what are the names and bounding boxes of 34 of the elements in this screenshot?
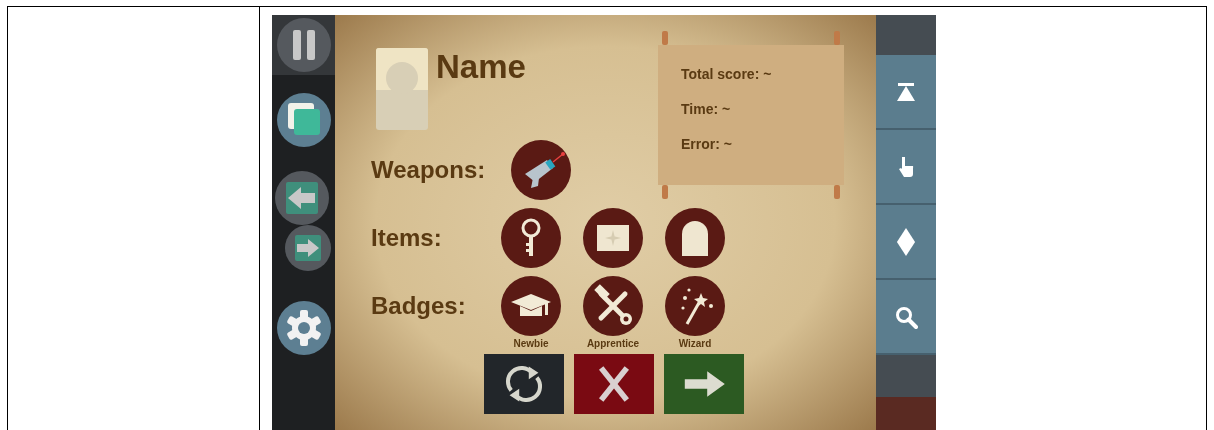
row-label: Badges: <box>371 292 467 320</box>
diamond-icon <box>894 227 918 256</box>
avatar-icon <box>376 48 428 130</box>
ray-gun-icon[interactable] <box>511 140 571 200</box>
row-label: Weapons: <box>371 156 487 184</box>
stat-text: Time: ~ <box>681 100 732 119</box>
map-icon[interactable] <box>583 208 643 268</box>
scroll-peg <box>662 185 668 199</box>
stat-text: Total score: ~ <box>681 65 773 84</box>
magic-wand-icon[interactable] <box>665 276 725 336</box>
floor-area <box>876 397 936 430</box>
settings-icon[interactable] <box>276 301 331 355</box>
eject-tool-button[interactable] <box>876 55 936 130</box>
scroll-peg <box>834 31 840 45</box>
next-button[interactable] <box>664 354 744 414</box>
hand-tool-button[interactable] <box>876 130 936 205</box>
windows-icon[interactable] <box>276 93 331 147</box>
tools-icon[interactable] <box>583 276 643 336</box>
player-name: Name <box>436 48 526 86</box>
row-label: Items: <box>371 224 443 252</box>
refresh-button[interactable] <box>484 354 564 414</box>
graduation-cap-icon[interactable] <box>501 276 561 336</box>
search-button[interactable] <box>876 280 936 355</box>
stat-text: Error: ~ <box>681 135 733 154</box>
badge-caption: Newbie <box>513 338 549 349</box>
pause-icon[interactable] <box>276 18 331 72</box>
cancel-button[interactable] <box>574 354 654 414</box>
key-icon[interactable] <box>501 208 561 268</box>
badge-caption: Wizard <box>678 338 712 349</box>
scroll-peg <box>662 31 668 45</box>
badge-caption: Apprentice <box>586 338 640 349</box>
arch-door-icon[interactable] <box>665 208 725 268</box>
scroll-peg <box>834 185 840 199</box>
diamond-tool-button[interactable] <box>876 205 936 280</box>
